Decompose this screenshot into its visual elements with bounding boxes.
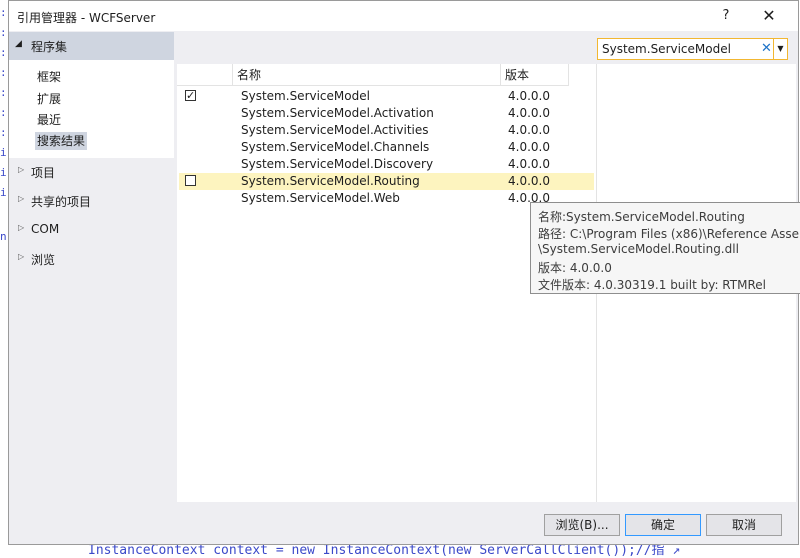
tooltip-line: 版本: 4.0.0.0 bbox=[538, 261, 612, 275]
background-code-gutter: ::: ::: :ii in bbox=[0, 6, 7, 243]
nav-subitems: 框架 扩展 最近 搜索结果 bbox=[9, 60, 174, 158]
row-name: System.ServiceModel.Activation bbox=[241, 106, 434, 120]
row-version: 4.0.0.0 bbox=[508, 123, 550, 137]
nav-group-label: 项目 bbox=[31, 166, 56, 180]
tooltip-line: 路径: C:\Program Files (x86)\Reference Ass… bbox=[538, 227, 800, 241]
expand-triangle-icon: ▷ bbox=[18, 223, 25, 232]
nav-item-search-results[interactable]: 搜索结果 bbox=[35, 132, 88, 150]
column-header-check[interactable] bbox=[177, 64, 233, 86]
table-row[interactable]: ✓ System.ServiceModel 4.0.0.0 bbox=[179, 88, 594, 105]
browse-button[interactable]: 浏览(B)... bbox=[544, 514, 620, 536]
table-row[interactable]: System.ServiceModel.Routing 4.0.0.0 bbox=[179, 173, 594, 190]
nav-item-extensions[interactable]: 扩展 bbox=[35, 90, 63, 108]
help-button[interactable]: ? bbox=[711, 3, 741, 29]
row-version: 4.0.0.0 bbox=[508, 106, 550, 120]
nav-item-recent[interactable]: 最近 bbox=[35, 111, 63, 129]
row-name: System.ServiceModel.Channels bbox=[241, 140, 430, 154]
row-name: System.ServiceModel bbox=[241, 89, 370, 103]
tooltip-line: 名称:System.ServiceModel.Routing bbox=[538, 210, 745, 224]
search-input[interactable] bbox=[602, 41, 752, 57]
row-name: System.ServiceModel.Activities bbox=[241, 123, 429, 137]
row-version: 4.0.0.0 bbox=[508, 157, 550, 171]
row-checkbox[interactable] bbox=[185, 175, 196, 186]
assembly-tooltip: 名称:System.ServiceModel.Routing 路径: C:\Pr… bbox=[530, 202, 800, 294]
nav-group-label: 浏览 bbox=[31, 253, 56, 267]
table-row[interactable]: System.ServiceModel.Activation 4.0.0.0 bbox=[179, 105, 594, 122]
row-name: System.ServiceModel.Discovery bbox=[241, 157, 434, 171]
nav-group-com[interactable]: ▷ COM bbox=[9, 219, 174, 243]
expand-triangle-icon: ▷ bbox=[18, 252, 25, 261]
dialog-title: 引用管理器 - WCFServer bbox=[17, 11, 156, 25]
search-strip: ✕ ▼ bbox=[177, 32, 796, 64]
nav-header-label: 程序集 bbox=[31, 40, 68, 54]
close-button[interactable]: ✕ bbox=[754, 3, 784, 29]
nav-item-framework[interactable]: 框架 bbox=[35, 68, 63, 86]
ok-button[interactable]: 确定 bbox=[625, 514, 701, 536]
row-version: 4.0.0.0 bbox=[508, 89, 550, 103]
left-nav: ◢ 程序集 框架 扩展 最近 搜索结果 ▷ 项目 ▷ 共享的项目 ▷ COM ▷… bbox=[9, 32, 174, 502]
search-dropdown-button[interactable]: ▼ bbox=[774, 38, 788, 60]
nav-group-projects[interactable]: ▷ 项目 bbox=[9, 161, 174, 185]
tooltip-line: \System.ServiceModel.Routing.dll bbox=[538, 242, 739, 256]
title-bar: 引用管理器 - WCFServer ? ✕ bbox=[9, 1, 798, 31]
cancel-button[interactable]: 取消 bbox=[706, 514, 782, 536]
nav-group-browse[interactable]: ▷ 浏览 bbox=[9, 248, 174, 272]
row-version: 4.0.0.0 bbox=[508, 174, 550, 188]
nav-group-label: 共享的项目 bbox=[31, 195, 92, 209]
table-row[interactable]: System.ServiceModel.Activities 4.0.0.0 bbox=[179, 122, 594, 139]
clear-search-icon[interactable]: ✕ bbox=[761, 40, 775, 58]
nav-group-shared-projects[interactable]: ▷ 共享的项目 bbox=[9, 190, 174, 214]
collapse-triangle-icon: ◢ bbox=[15, 39, 22, 49]
column-header-version[interactable]: 版本 bbox=[501, 64, 569, 86]
tooltip-line: 文件版本: 4.0.30319.1 built by: RTMRel bbox=[538, 278, 766, 292]
nav-group-label: COM bbox=[31, 222, 60, 236]
search-box: ✕ bbox=[597, 38, 774, 60]
row-name: System.ServiceModel.Web bbox=[241, 191, 400, 205]
row-checkbox[interactable]: ✓ bbox=[185, 90, 196, 101]
expand-triangle-icon: ▷ bbox=[18, 194, 25, 203]
column-header-name[interactable]: 名称 bbox=[233, 64, 501, 86]
row-version: 4.0.0.0 bbox=[508, 140, 550, 154]
expand-triangle-icon: ▷ bbox=[18, 165, 25, 174]
nav-header-assemblies[interactable]: ◢ 程序集 bbox=[9, 32, 174, 60]
table-row[interactable]: System.ServiceModel.Discovery 4.0.0.0 bbox=[179, 156, 594, 173]
table-row[interactable]: System.ServiceModel.Channels 4.0.0.0 bbox=[179, 139, 594, 156]
row-name: System.ServiceModel.Routing bbox=[241, 174, 420, 188]
